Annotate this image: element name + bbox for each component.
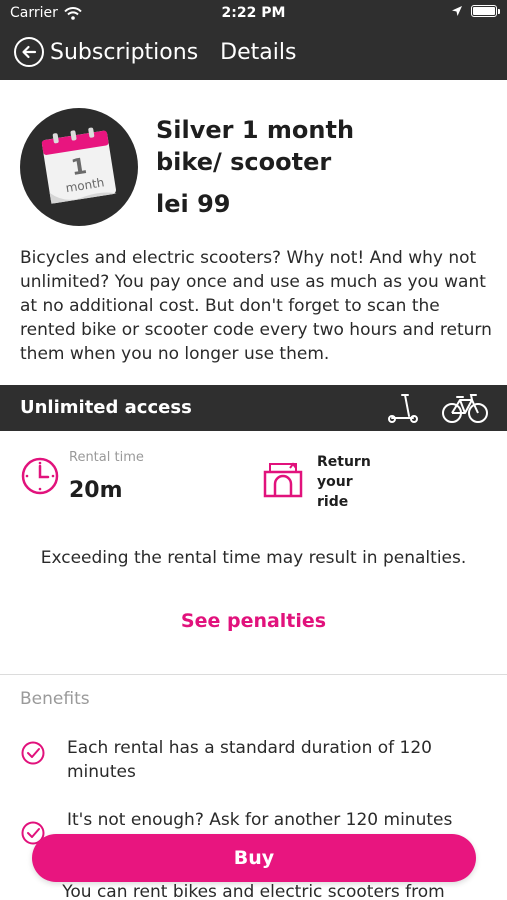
product-header: 1 month Silver 1 month bike/ scooter lei… — [20, 106, 490, 226]
section-divider — [0, 674, 507, 675]
rental-time-label: Rental time — [69, 450, 144, 465]
status-bar: Carrier 2:22 PM — [0, 0, 507, 28]
back-arrow-icon — [14, 37, 44, 67]
access-bar: Unlimited access — [0, 385, 507, 431]
return-line3: ride — [317, 494, 349, 510]
return-line1: Return — [317, 454, 371, 470]
return-ride-text: Return your ride — [317, 452, 397, 512]
check-icon — [21, 741, 45, 765]
rental-time-value: 20m — [69, 478, 123, 503]
scooter-icon — [388, 394, 418, 423]
product-title-line1: Silver 1 month — [156, 116, 355, 144]
nav-row: Subscriptions Details — [14, 36, 296, 68]
see-penalties-link[interactable]: See penalties — [0, 610, 507, 632]
product-title: Silver 1 month bike/ scooter — [156, 114, 354, 178]
header-bar: Carrier 2:22 PM Subscriptions Details — [0, 0, 507, 80]
back-button[interactable]: Subscriptions — [14, 37, 198, 67]
back-label: Subscriptions — [50, 39, 199, 65]
benefit-text: Each rental has a standard duration of 1… — [67, 738, 433, 782]
clock-icon — [21, 457, 59, 495]
buy-button[interactable]: Buy — [32, 834, 476, 882]
product-price: lei 99 — [156, 190, 231, 218]
location-arrow-icon — [452, 6, 462, 16]
return-ride-icon — [263, 462, 303, 498]
bicycle-icon — [442, 394, 488, 423]
status-right — [451, 5, 500, 17]
calendar-icon: 1 month — [20, 108, 138, 226]
benefit-text: It's not enough? Ask for another 120 min… — [67, 810, 453, 830]
footer-partial-text: You can rent bikes and electric scooters… — [62, 882, 445, 900]
page-title: Details — [220, 39, 297, 65]
access-label: Unlimited access — [20, 397, 192, 418]
status-time: 2:22 PM — [221, 5, 286, 21]
product-description: Bicycles and electric scooters? Why not!… — [20, 248, 492, 364]
benefits-header: Benefits — [20, 689, 90, 709]
product-title-line2: bike/ scooter — [156, 148, 332, 176]
vehicle-icons — [387, 391, 489, 425]
rental-info: Rental time 20m Return your ride — [20, 450, 490, 520]
return-line2: your — [317, 474, 353, 490]
penalty-notice: Exceeding the rental time may result in … — [40, 548, 467, 568]
battery-icon — [471, 5, 500, 17]
